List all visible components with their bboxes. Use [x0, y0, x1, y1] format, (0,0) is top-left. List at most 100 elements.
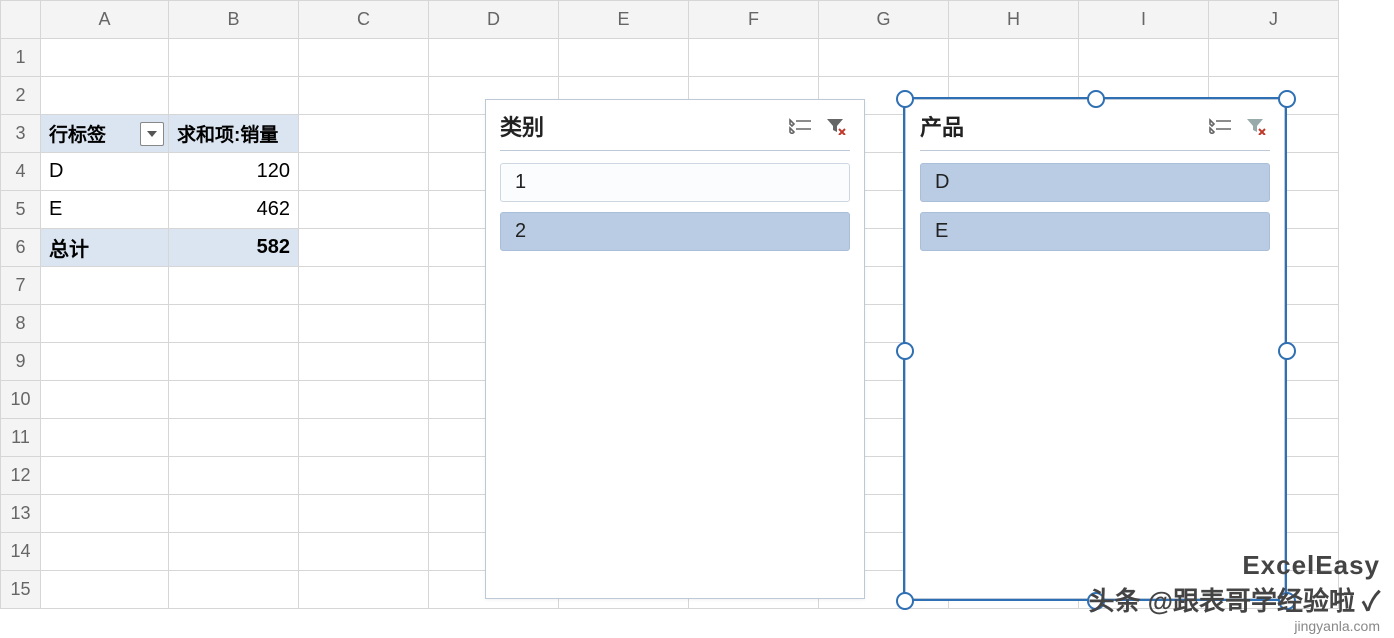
row-header[interactable]: 5	[1, 191, 41, 229]
cell[interactable]	[169, 305, 299, 343]
cell[interactable]	[169, 533, 299, 571]
row-header[interactable]: 1	[1, 39, 41, 77]
cell[interactable]	[299, 419, 429, 457]
resize-handle-nw[interactable]	[896, 90, 914, 108]
cell[interactable]	[299, 77, 429, 115]
resize-handle-sw[interactable]	[896, 592, 914, 610]
cell[interactable]	[169, 495, 299, 533]
cell[interactable]	[41, 381, 169, 419]
cell[interactable]	[169, 419, 299, 457]
row-header[interactable]: 8	[1, 305, 41, 343]
cell[interactable]	[41, 305, 169, 343]
row-header[interactable]: 2	[1, 77, 41, 115]
cell[interactable]	[169, 343, 299, 381]
cell[interactable]	[299, 457, 429, 495]
col-header[interactable]: I	[1079, 1, 1209, 39]
row-header[interactable]: 11	[1, 419, 41, 457]
col-header[interactable]: G	[819, 1, 949, 39]
row-header[interactable]: 6	[1, 229, 41, 267]
cell[interactable]	[1079, 39, 1209, 77]
slicer-category[interactable]: 类别 1 2	[485, 99, 865, 599]
col-header[interactable]: E	[559, 1, 689, 39]
cell[interactable]	[299, 153, 429, 191]
cell[interactable]	[169, 457, 299, 495]
cell[interactable]	[41, 457, 169, 495]
clear-filter-button[interactable]	[1242, 114, 1270, 138]
cell[interactable]	[689, 39, 819, 77]
cell[interactable]	[819, 39, 949, 77]
filter-dropdown-button[interactable]	[140, 122, 164, 146]
resize-handle-ne[interactable]	[1278, 90, 1296, 108]
row-header[interactable]: 14	[1, 533, 41, 571]
cell[interactable]	[299, 39, 429, 77]
cell[interactable]	[169, 77, 299, 115]
pivot-row-label[interactable]: E	[41, 191, 169, 229]
row-header[interactable]: 7	[1, 267, 41, 305]
pivot-total-label[interactable]: 总计	[41, 229, 169, 267]
select-all-corner[interactable]	[1, 1, 41, 39]
cell[interactable]	[299, 571, 429, 609]
pivot-rowlabels-header[interactable]: 行标签	[41, 115, 169, 153]
col-header[interactable]: A	[41, 1, 169, 39]
cell[interactable]	[299, 495, 429, 533]
clear-filter-icon	[1245, 117, 1267, 135]
cell[interactable]	[299, 191, 429, 229]
cell[interactable]	[41, 77, 169, 115]
cell[interactable]	[41, 267, 169, 305]
watermark: ExcelEasy 头条 @跟表哥学经验啦 ✓ jingyanla.com	[1088, 550, 1380, 634]
pivot-row-value[interactable]: 462	[169, 191, 299, 229]
col-header[interactable]: D	[429, 1, 559, 39]
cell[interactable]	[169, 39, 299, 77]
multi-select-icon	[789, 118, 811, 134]
cell[interactable]	[41, 495, 169, 533]
chevron-down-icon	[147, 131, 157, 137]
cell[interactable]	[41, 39, 169, 77]
pivot-row-value[interactable]: 120	[169, 153, 299, 191]
slicer-item[interactable]: E	[920, 212, 1270, 251]
cell[interactable]	[429, 39, 559, 77]
cell[interactable]	[169, 381, 299, 419]
cell[interactable]	[41, 419, 169, 457]
cell[interactable]	[41, 343, 169, 381]
cell[interactable]	[949, 39, 1079, 77]
resize-handle-n[interactable]	[1087, 90, 1105, 108]
cell[interactable]	[169, 571, 299, 609]
row-header[interactable]: 12	[1, 457, 41, 495]
resize-handle-e[interactable]	[1278, 342, 1296, 360]
pivot-total-value[interactable]: 582	[169, 229, 299, 267]
row-header[interactable]: 3	[1, 115, 41, 153]
cell[interactable]	[559, 39, 689, 77]
cell[interactable]	[299, 305, 429, 343]
pivot-value-header[interactable]: 求和项:销量	[169, 115, 299, 153]
cell[interactable]	[41, 533, 169, 571]
row-header[interactable]: 13	[1, 495, 41, 533]
col-header[interactable]: C	[299, 1, 429, 39]
slicer-item[interactable]: D	[920, 163, 1270, 202]
cell[interactable]	[41, 571, 169, 609]
row-header[interactable]: 10	[1, 381, 41, 419]
clear-filter-button[interactable]	[822, 114, 850, 138]
col-header[interactable]: J	[1209, 1, 1339, 39]
pivot-row-label[interactable]: D	[41, 153, 169, 191]
resize-handle-w[interactable]	[896, 342, 914, 360]
cell[interactable]	[299, 267, 429, 305]
multi-select-button[interactable]	[1206, 114, 1234, 138]
row-header[interactable]: 9	[1, 343, 41, 381]
col-header[interactable]: B	[169, 1, 299, 39]
row-header[interactable]: 15	[1, 571, 41, 609]
col-header[interactable]: H	[949, 1, 1079, 39]
cell[interactable]	[299, 229, 429, 267]
cell[interactable]	[299, 115, 429, 153]
cell[interactable]	[299, 533, 429, 571]
multi-select-button[interactable]	[786, 114, 814, 138]
cell[interactable]	[1209, 39, 1339, 77]
watermark-url: jingyanla.com	[1088, 618, 1380, 634]
cell[interactable]	[169, 267, 299, 305]
cell[interactable]	[299, 381, 429, 419]
cell[interactable]	[299, 343, 429, 381]
slicer-product[interactable]: 产品 D E	[905, 99, 1285, 599]
col-header[interactable]: F	[689, 1, 819, 39]
row-header[interactable]: 4	[1, 153, 41, 191]
slicer-item[interactable]: 1	[500, 163, 850, 202]
slicer-item[interactable]: 2	[500, 212, 850, 251]
